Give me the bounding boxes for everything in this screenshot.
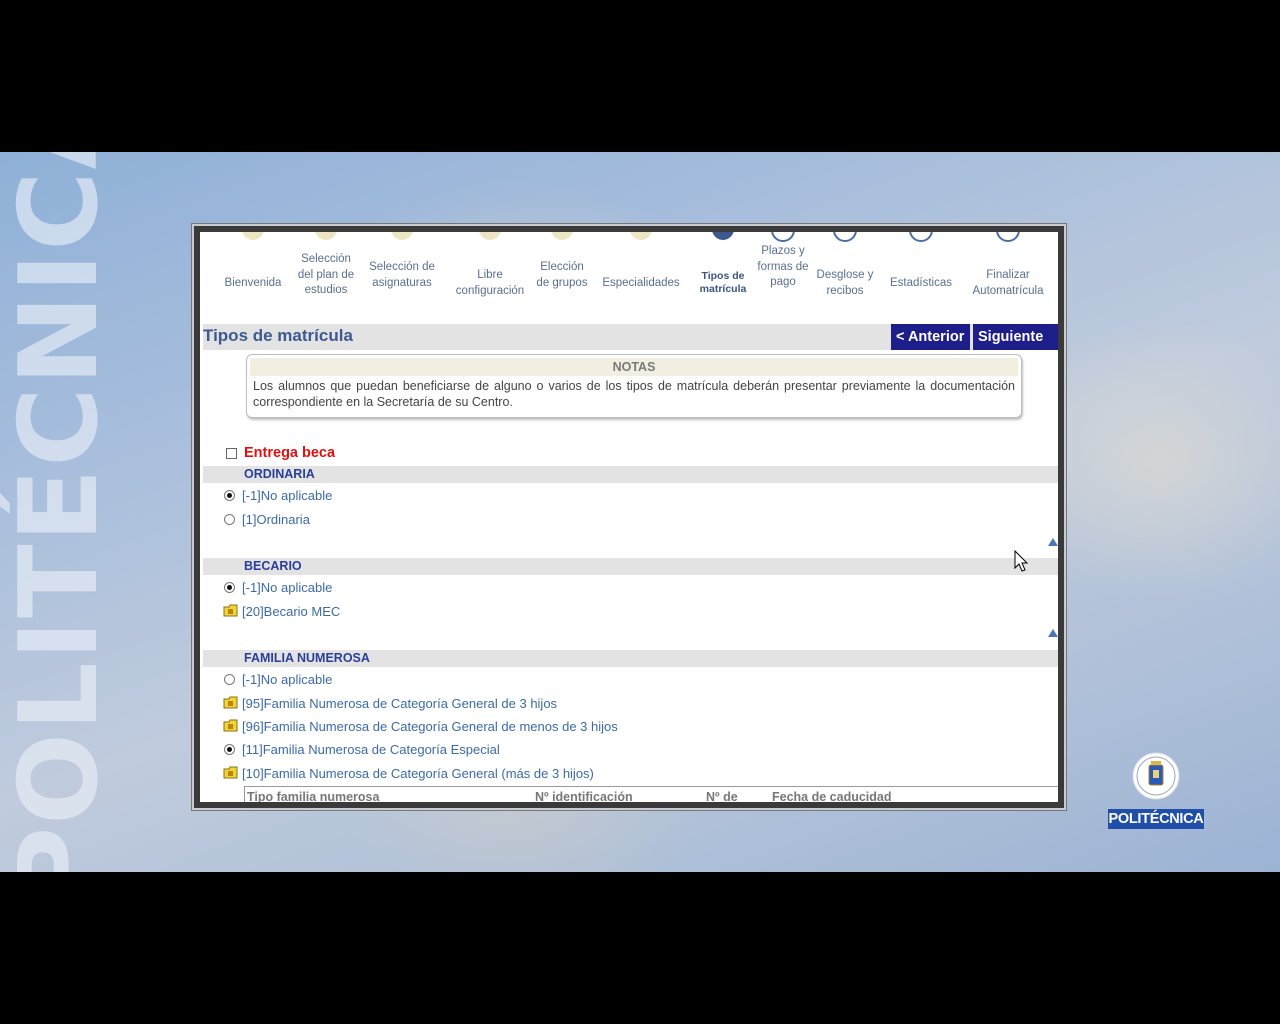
folder-lock-icon xyxy=(223,766,238,779)
section-title: ORDINARIA xyxy=(244,467,315,481)
step-marker xyxy=(909,232,933,242)
step-marker xyxy=(996,232,1020,242)
step-plazos-pago[interactable]: Plazos y formas de pago xyxy=(756,232,810,291)
step-marker xyxy=(771,232,795,242)
section-title: FAMILIA NUMEROSA xyxy=(244,651,370,665)
column-header: Tipo familia numerosa xyxy=(247,790,380,802)
entrega-beca-label: Entrega beca xyxy=(244,445,336,461)
page-title-bar: Tipos de matrícula < Anterior Siguiente … xyxy=(203,324,1058,371)
progress-steps: Bienvenida Selección del plan de estudio… xyxy=(200,232,1058,324)
step-especialidades[interactable]: Especialidades xyxy=(596,232,686,292)
entrega-beca-checkbox[interactable] xyxy=(226,448,237,459)
automatricula-screen: Bienvenida Selección del plan de estudio… xyxy=(200,232,1058,802)
step-seleccion-plan[interactable]: Selección del plan de estudios xyxy=(292,232,360,299)
upm-logo: POLITÉCNICA xyxy=(1108,752,1204,830)
radio-button[interactable] xyxy=(224,674,235,685)
university-crest-icon xyxy=(1132,752,1180,800)
step-eleccion-grupos[interactable]: Elección de grupos xyxy=(534,232,590,291)
folder-lock-icon xyxy=(223,696,238,709)
column-header: Fecha de caducidad xyxy=(772,790,892,802)
monitor-bezel: Bienvenida Selección del plan de estudio… xyxy=(192,224,1066,810)
politecnica-logo-text: POLITÉCNICA xyxy=(1108,809,1204,829)
section-title: BECARIO xyxy=(244,559,302,573)
column-header: Nº de xyxy=(706,790,738,802)
notes-text: Los alumnos que puedan beneficiarse de a… xyxy=(253,379,1015,409)
column-header: Nº identificación xyxy=(535,790,633,802)
notes-box: NOTAS Los alumnos que puedan beneficiars… xyxy=(246,354,1022,418)
previous-button[interactable]: < Anterior xyxy=(891,324,970,350)
section-becario: BECARIO xyxy=(203,558,1058,575)
step-marker xyxy=(315,232,337,240)
notes-title: NOTAS xyxy=(250,358,1018,376)
step-seleccion-asignaturas[interactable]: Selección de asignaturas xyxy=(364,232,440,291)
step-finalizar[interactable]: Finalizar Automatrícula xyxy=(964,232,1052,299)
folder-lock-icon xyxy=(223,604,238,617)
step-marker xyxy=(242,232,264,240)
radio-button-selected[interactable] xyxy=(224,582,235,593)
step-bienvenida[interactable]: Bienvenida xyxy=(218,232,288,292)
politecnica-watermark: POLITÉCNICA xyxy=(0,152,122,872)
scroll-up-arrow-icon[interactable] xyxy=(1048,629,1058,637)
section-familia-numerosa: FAMILIA NUMEROSA xyxy=(203,650,1058,667)
mouse-cursor-icon xyxy=(1014,550,1029,572)
radio-button[interactable] xyxy=(224,514,235,525)
scroll-up-arrow-icon[interactable] xyxy=(1048,538,1058,546)
familia-numerosa-table-header: Tipo familia numerosa Nº identificación … xyxy=(244,786,1058,802)
step-marker xyxy=(391,232,413,240)
step-marker xyxy=(833,232,857,242)
next-button[interactable]: Siguiente > xyxy=(973,324,1058,371)
step-marker xyxy=(551,232,573,240)
step-marker xyxy=(630,232,652,240)
section-ordinaria: ORDINARIA xyxy=(203,466,1058,483)
folder-lock-icon xyxy=(223,719,238,732)
step-tipos-matricula[interactable]: Tipos de matrícula xyxy=(694,232,752,296)
video-frame: POLITÉCNICA Bienvenida Selección del pla… xyxy=(0,152,1280,872)
page-title: Tipos de matrícula xyxy=(203,326,353,345)
step-estadisticas[interactable]: Estadísticas xyxy=(880,232,962,292)
step-marker xyxy=(479,232,501,240)
radio-button-selected[interactable] xyxy=(224,744,235,755)
radio-button-selected[interactable] xyxy=(224,490,235,501)
step-desglose-recibos[interactable]: Desglose y recibos xyxy=(814,232,876,299)
step-marker xyxy=(712,232,734,240)
step-libre-configuracion[interactable]: Libre configuración xyxy=(446,232,534,299)
